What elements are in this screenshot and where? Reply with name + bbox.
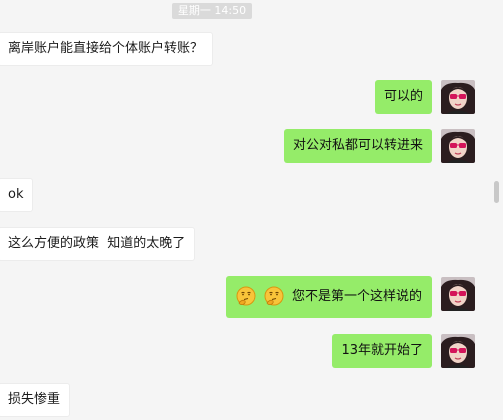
message-bubble-outgoing[interactable]: 对公对私都可以转进来 bbox=[283, 129, 432, 163]
user-avatar[interactable] bbox=[441, 277, 475, 311]
message-bubble-incoming[interactable]: ok bbox=[0, 178, 34, 212]
thinking-face-icon bbox=[264, 286, 284, 306]
user-avatar[interactable] bbox=[441, 334, 475, 368]
chat-timestamp: 星期一 14:50 bbox=[172, 3, 252, 19]
message-bubble-outgoing[interactable]: 13年就开始了 bbox=[332, 334, 432, 368]
chat-scrollbar[interactable] bbox=[494, 181, 499, 203]
message-bubble-incoming[interactable]: 损失惨重 bbox=[0, 383, 71, 417]
message-bubble-incoming[interactable]: 这么方便的政策 知道的太晚了 bbox=[0, 227, 196, 261]
user-avatar[interactable] bbox=[441, 129, 475, 163]
message-bubble-outgoing[interactable]: 可以的 bbox=[374, 80, 432, 114]
thinking-face-icon bbox=[236, 286, 256, 306]
message-bubble-incoming[interactable]: 离岸账户能直接给个体账户转账？ bbox=[0, 32, 214, 66]
user-avatar[interactable] bbox=[441, 80, 475, 114]
message-text: 您不是第一个这样说的 bbox=[291, 289, 422, 304]
message-bubble-outgoing[interactable]: 您不是第一个这样说的 bbox=[225, 276, 432, 318]
